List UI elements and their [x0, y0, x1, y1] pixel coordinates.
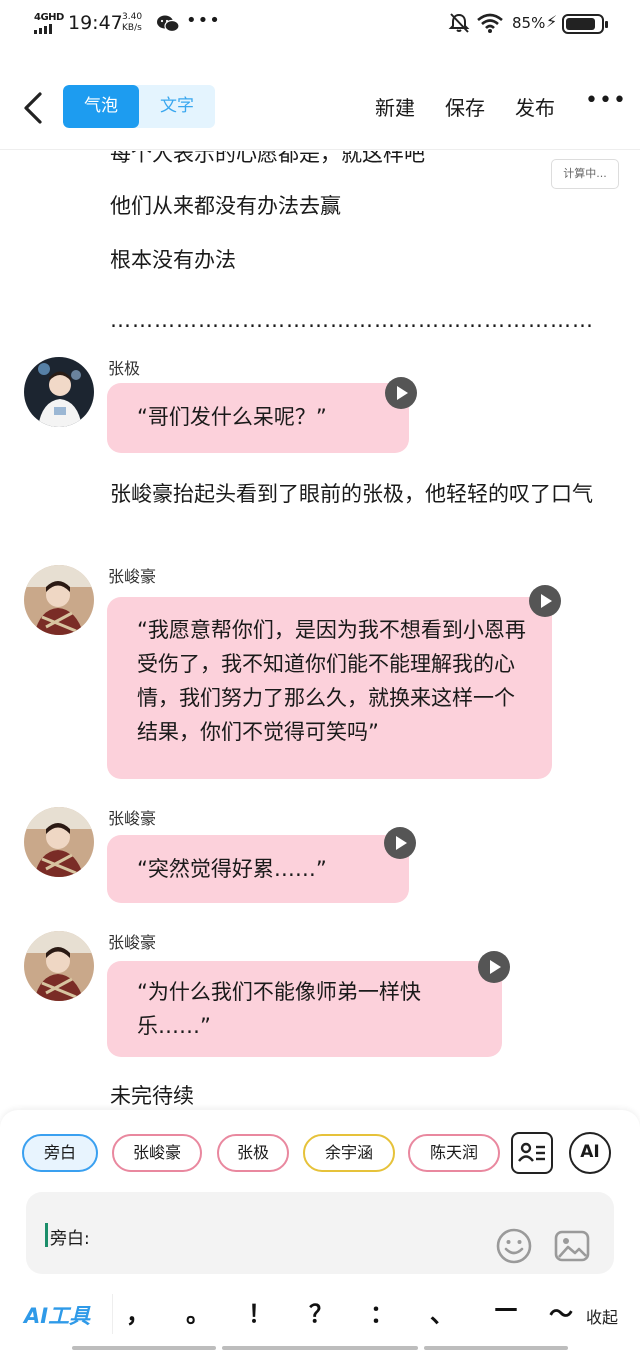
toolbar-divider: [112, 1294, 113, 1334]
avatar-image: [24, 357, 94, 427]
punct-colon-button[interactable]: ：: [362, 1294, 402, 1329]
speaker-name: 张峻豪: [108, 809, 157, 828]
network-speed-value: 3.40: [122, 12, 143, 22]
play-voice-icon[interactable]: [384, 827, 416, 859]
dialogue-text: “突然觉得好累……”: [137, 857, 327, 881]
more-options-button[interactable]: •••: [585, 88, 627, 113]
mode-switch: 气泡 文字: [63, 85, 215, 128]
back-arrow-icon[interactable]: [18, 88, 50, 128]
punct-comma-button[interactable]: ，: [118, 1294, 158, 1329]
character-card-glyph: [518, 1142, 545, 1162]
speaker-name: 张极: [108, 359, 141, 378]
calculating-badge: 计算中...: [551, 159, 619, 189]
speaker-name: 张峻豪: [108, 567, 157, 586]
tab-bubble[interactable]: 气泡: [63, 85, 139, 128]
network-type: 4GHD: [34, 12, 64, 23]
punct-period-button[interactable]: 。: [178, 1294, 218, 1329]
battery-fill: [566, 18, 595, 30]
collapse-button[interactable]: 收起: [586, 1304, 618, 1328]
punct-tilde-button[interactable]: ～: [546, 1294, 576, 1329]
narration-line: 张峻豪抬起头看到了眼前的张极，他轻轻的叹了口气: [110, 482, 593, 506]
more-notifications-icon: •••: [186, 10, 221, 31]
story-editor[interactable]: 每个人表示的心愿都是，就这样吧 计算中... 他们从来都没有办法去赢 根本没有办…: [0, 151, 640, 1111]
role-chip[interactable]: 余宇涵: [303, 1134, 395, 1172]
punct-dash-button[interactable]: —: [486, 1294, 526, 1322]
network-speed: 3.40 KB/s: [122, 12, 142, 34]
speaker-name: 张峻豪: [108, 933, 157, 952]
dialogue-text: “为什么我们不能像师弟一样快乐……”: [137, 980, 421, 1038]
publish-button[interactable]: 发布: [515, 92, 555, 121]
narration-line: 他们从来都没有办法去赢: [110, 194, 341, 218]
punctuation-toolbar: AI工具 ， 。 ！ ？ ： 、 — ～ 收起: [0, 1286, 640, 1342]
avatar-image: [24, 565, 94, 635]
wifi-icon: [477, 13, 503, 33]
role-chip-narrator[interactable]: 旁白: [22, 1134, 98, 1172]
dialogue-bubble[interactable]: “我愿意帮你们，是因为我不想看到小恩再受伤了，我不知道你们能不能理解我的心情，我…: [107, 597, 552, 779]
punct-exclaim-button[interactable]: ！: [240, 1294, 280, 1329]
play-voice-icon[interactable]: [385, 377, 417, 409]
avatar-image: [24, 807, 94, 877]
punct-pause-button[interactable]: 、: [422, 1294, 462, 1329]
character-card-icon[interactable]: [511, 1132, 553, 1174]
role-chips: 旁白 张峻豪 张极 余宇涵 陈天润: [0, 1134, 500, 1174]
emoji-icon[interactable]: [496, 1228, 532, 1264]
avatar[interactable]: [24, 807, 94, 877]
dialogue-bubble[interactable]: “哥们发什么呆呢？”: [107, 383, 409, 453]
input-panel: 旁白 张峻豪 张极 余宇涵 陈天润 AI 旁白: AI工具 ， 。 ！ ？ ： …: [0, 1110, 640, 1351]
ai-tools-button[interactable]: AI工具: [24, 1300, 90, 1330]
role-chip[interactable]: 张极: [217, 1134, 289, 1172]
home-indicator: [424, 1346, 568, 1350]
save-button[interactable]: 保存: [445, 92, 485, 121]
app-header: 气泡 文字 新建 保存 发布 •••: [0, 72, 640, 150]
image-icon[interactable]: [554, 1228, 590, 1264]
avatar[interactable]: [24, 931, 94, 1001]
dialogue-text: “我愿意帮你们，是因为我不想看到小恩再受伤了，我不知道你们能不能理解我的心情，我…: [137, 618, 526, 744]
charging-icon: ⚡: [546, 12, 558, 31]
tab-text[interactable]: 文字: [139, 85, 215, 128]
wechat-icon: [157, 15, 180, 33]
punct-question-button[interactable]: ？: [301, 1294, 341, 1329]
input-role-prefix: 旁白:: [50, 1229, 90, 1249]
play-voice-icon[interactable]: [478, 951, 510, 983]
network-speed-unit: KB/s: [122, 23, 142, 33]
home-indicator: [222, 1346, 418, 1350]
clock: 19:47: [68, 12, 123, 34]
dialogue-text: “哥们发什么呆呢？”: [137, 405, 327, 429]
text-cursor: [45, 1223, 48, 1247]
play-voice-icon[interactable]: [529, 585, 561, 617]
role-chip[interactable]: 张峻豪: [112, 1134, 202, 1172]
avatar[interactable]: [24, 565, 94, 635]
dialogue-bubble[interactable]: “突然觉得好累……”: [107, 835, 409, 903]
narration-line: 每个人表示的心愿都是，就这样吧: [110, 151, 425, 166]
dialogue-bubble[interactable]: “为什么我们不能像师弟一样快乐……”: [107, 961, 502, 1057]
ai-assistant-button[interactable]: AI: [569, 1132, 611, 1174]
narration-line: 未完待续: [110, 1084, 194, 1108]
mute-bell-icon: [448, 13, 470, 33]
status-bar: 4GHD 19:47 3.40 KB/s ••• 85% ⚡: [0, 0, 640, 50]
narration-line: 根本没有办法: [110, 248, 236, 272]
signal-icon: [34, 24, 52, 34]
home-indicator: [72, 1346, 216, 1350]
battery-percent: 85%: [512, 14, 546, 32]
avatar[interactable]: [24, 357, 94, 427]
narration-ellipsis: …………………………………………………………: [110, 308, 594, 332]
dialogue-input[interactable]: 旁白:: [26, 1192, 614, 1274]
role-chip[interactable]: 陈天润: [408, 1134, 500, 1172]
battery-icon: [562, 14, 608, 34]
avatar-image: [24, 931, 94, 1001]
new-button[interactable]: 新建: [375, 92, 415, 121]
